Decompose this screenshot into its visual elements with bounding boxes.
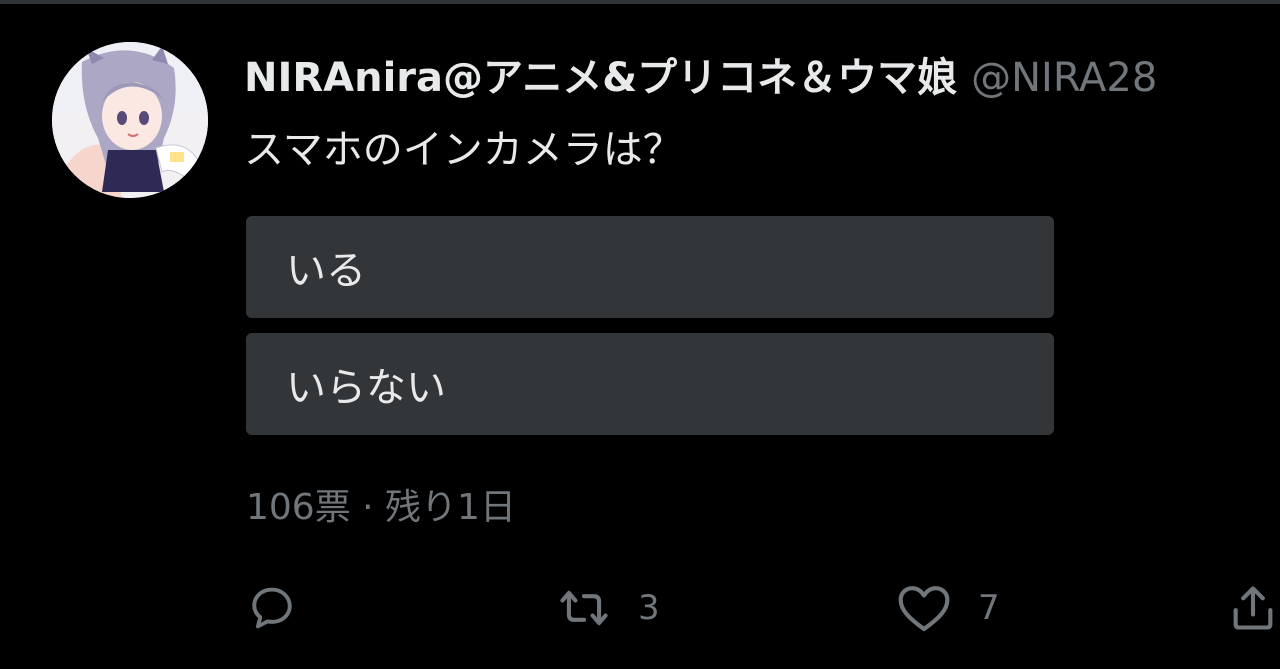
poll-option-iru[interactable]: いる xyxy=(246,216,1054,318)
poll-meta: 106票 · 残り1日 xyxy=(246,487,516,528)
poll-option-label: いる xyxy=(286,248,366,294)
like-button[interactable]: 7 xyxy=(896,578,1000,638)
share-icon xyxy=(1233,586,1273,630)
poll-option-iranai[interactable]: いらない xyxy=(246,333,1054,435)
avatar-illustration xyxy=(52,42,208,198)
tweet-header: NIRAnira@アニメ&プリコネ＆ウマ娘 @NIRA28 xyxy=(244,50,1280,106)
heart-icon xyxy=(898,586,950,632)
retweet-count: 3 xyxy=(638,588,660,628)
tweet-text: スマホのインカメラは？ xyxy=(244,127,683,173)
top-divider xyxy=(0,0,1280,4)
reply-icon xyxy=(252,587,292,629)
reply-button[interactable] xyxy=(246,578,324,638)
retweet-icon xyxy=(560,590,608,626)
author-display-name[interactable]: NIRAnira@アニメ&プリコネ＆ウマ娘 xyxy=(244,55,957,101)
avatar[interactable] xyxy=(52,42,208,198)
share-button[interactable] xyxy=(1226,578,1280,638)
retweet-button[interactable]: 3 xyxy=(556,578,660,638)
author-handle[interactable]: @NIRA28 xyxy=(971,55,1157,101)
poll-option-label: いらない xyxy=(286,365,446,411)
like-count: 7 xyxy=(978,588,1000,628)
